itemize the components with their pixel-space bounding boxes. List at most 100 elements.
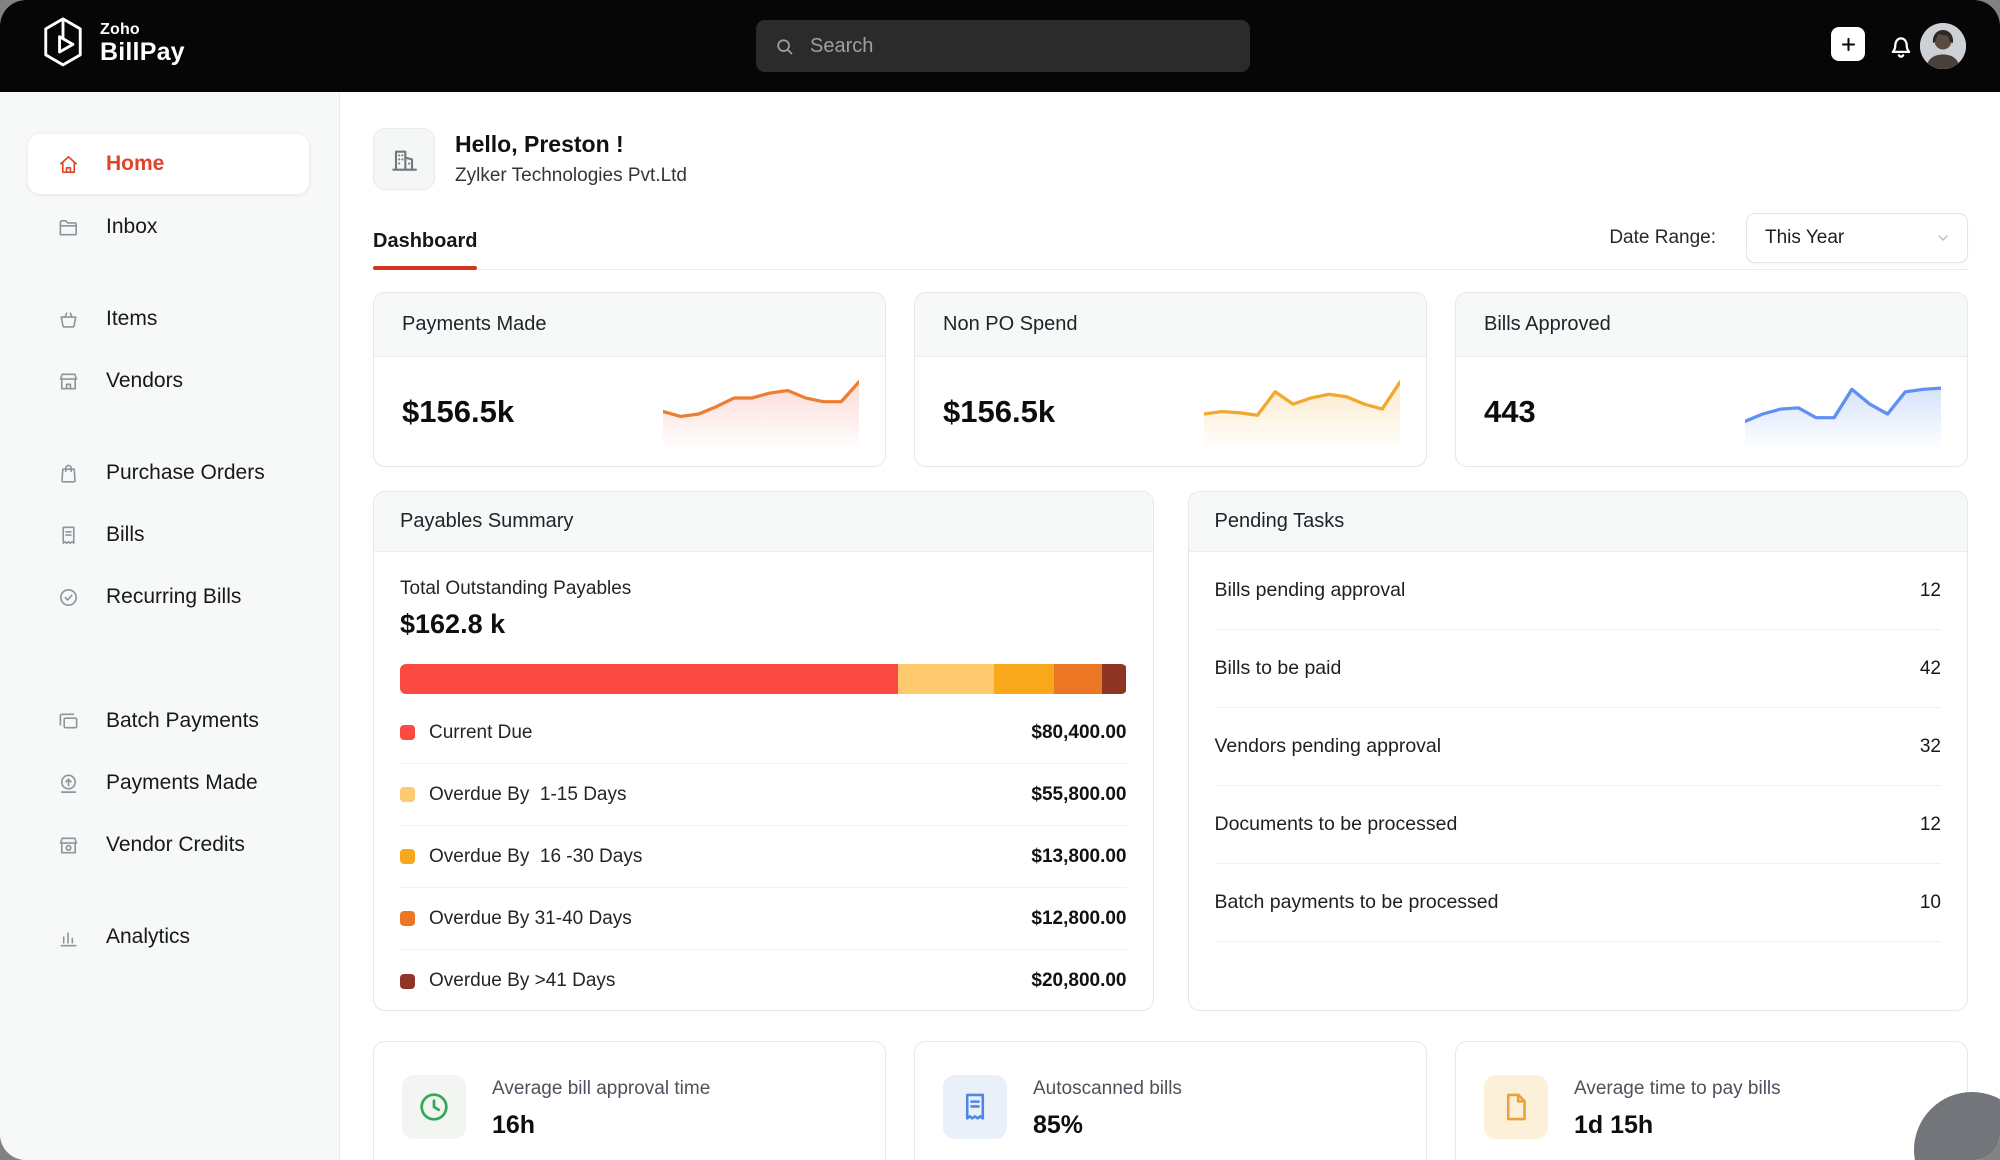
sidebar-item[interactable]: Vendor Credits (0, 814, 339, 876)
payables-legend: Current Due $80,400.00 Overdue By 1-15 D… (400, 702, 1127, 1011)
bar-segment (994, 664, 1054, 694)
brand-name-bottom: BillPay (100, 39, 185, 65)
legend-label: Current Due (429, 722, 533, 744)
task-label: Batch payments to be processed (1215, 891, 1499, 914)
legend-label: Overdue By 31-40 Days (429, 908, 632, 930)
sidebar-item[interactable]: Vendors (0, 350, 339, 412)
pending-task-row[interactable]: Bills pending approval 12 (1215, 552, 1942, 630)
legend-color-chip (400, 725, 415, 740)
legend-color-chip (400, 974, 415, 989)
user-avatar[interactable] (1920, 23, 1966, 69)
search-input[interactable] (808, 34, 1232, 59)
payables-summary-panel: Payables Summary Total Outstanding Payab… (373, 491, 1154, 1011)
main-content: Hello, Preston ! Zylker Technologies Pvt… (341, 92, 2000, 1160)
task-label: Vendors pending approval (1215, 735, 1442, 758)
task-label: Documents to be processed (1215, 813, 1458, 836)
pending-tasks-title: Pending Tasks (1189, 492, 1968, 552)
task-label: Bills pending approval (1215, 579, 1406, 602)
legend-label: Overdue By 1-15 Days (429, 784, 626, 806)
bar-segment (400, 664, 898, 694)
stat-card-title: Non PO Spend (915, 293, 1426, 357)
sidebar-item-label: Purchase Orders (106, 461, 265, 485)
sidebar-item[interactable]: Analytics (0, 906, 339, 968)
topbar: Zoho BillPay (0, 0, 2000, 92)
sparkline-chart (1204, 377, 1400, 451)
tab-dashboard[interactable]: Dashboard (373, 214, 477, 269)
bar-segment (898, 664, 994, 694)
notifications-button[interactable] (1886, 30, 1916, 60)
sidebar-item[interactable]: Purchase Orders (0, 442, 339, 504)
sparkline-chart (1745, 377, 1941, 451)
sidebar-item[interactable]: Home (28, 134, 309, 194)
stat-card-value: $156.5k (402, 394, 514, 430)
brand-name-top: Zoho (100, 22, 185, 39)
legend-color-chip (400, 787, 415, 802)
pending-task-row[interactable]: Documents to be processed 12 (1215, 786, 1942, 864)
task-count: 42 (1920, 658, 1941, 680)
sidebar-item[interactable]: Recurring Bills (0, 566, 339, 628)
sidebar-item-label: Items (106, 307, 157, 331)
sparkline-chart (663, 377, 859, 451)
date-range-select[interactable]: This Year (1746, 213, 1968, 263)
sidebar-item-label: Analytics (106, 925, 190, 949)
quick-create-button[interactable] (1831, 27, 1865, 61)
task-label: Bills to be paid (1215, 657, 1342, 680)
stat-card-value: $156.5k (943, 394, 1055, 430)
chevron-down-icon (1935, 230, 1951, 246)
sidebar-item[interactable]: Bills (0, 504, 339, 566)
date-range-value: This Year (1765, 227, 1844, 249)
brand-logo[interactable]: Zoho BillPay (40, 16, 185, 72)
legend-row: Overdue By >41 Days $20,800.00 (400, 950, 1127, 1011)
kpi-cards-row: Average bill approval time 16h Autoscann… (373, 1041, 1968, 1160)
kpi-value: 16h (492, 1111, 710, 1140)
sidebar-item-label: Vendor Credits (106, 833, 245, 857)
stat-card: Payments Made $156.5k (373, 292, 886, 467)
payables-summary-title: Payables Summary (374, 492, 1153, 552)
sidebar-item[interactable]: Payments Made (0, 752, 339, 814)
legend-row: Overdue By 1-15 Days $55,800.00 (400, 764, 1127, 826)
sidebar-item-label: Batch Payments (106, 709, 259, 733)
bar-segment (1102, 664, 1127, 694)
pending-task-row[interactable]: Bills to be paid 42 (1215, 630, 1942, 708)
stat-card: Bills Approved 443 (1455, 292, 1968, 467)
sidebar-item[interactable]: Batch Payments (0, 690, 339, 752)
sidebar-item-label: Home (106, 152, 164, 176)
stat-card-title: Bills Approved (1456, 293, 1967, 357)
pending-task-row[interactable]: Vendors pending approval 32 (1215, 708, 1942, 786)
sidebar-item-label: Inbox (106, 215, 157, 239)
stat-card-title: Payments Made (374, 293, 885, 357)
legend-amount: $20,800.00 (1031, 970, 1126, 992)
legend-label: Overdue By 16 -30 Days (429, 846, 642, 868)
panels-row: Payables Summary Total Outstanding Payab… (373, 491, 1968, 1011)
sidebar-item[interactable]: Items (0, 288, 339, 350)
legend-color-chip (400, 849, 415, 864)
legend-row: Overdue By 16 -30 Days $13,800.00 (400, 826, 1127, 888)
task-count: 32 (1920, 736, 1941, 758)
task-count: 10 (1920, 892, 1941, 914)
zoho-billpay-logo-icon (40, 16, 86, 72)
sidebar-nav: Home Inbox Items Vendors Purchase Orders… (0, 92, 340, 1160)
company-name: Zylker Technologies Pvt.Ltd (455, 165, 687, 187)
stat-card: Non PO Spend $156.5k (914, 292, 1427, 467)
bar-segment (1054, 664, 1102, 694)
payables-stacked-bar (400, 664, 1127, 694)
avatar-image (1920, 23, 1966, 69)
sidebar-item-label: Bills (106, 523, 145, 547)
app-window: Zoho BillPay (0, 0, 2000, 1160)
bell-icon (1886, 30, 1916, 60)
legend-color-chip (400, 911, 415, 926)
legend-row: Overdue By 31-40 Days $12,800.00 (400, 888, 1127, 950)
pending-task-row[interactable]: Batch payments to be processed 10 (1215, 864, 1942, 942)
greeting-title: Hello, Preston ! (455, 131, 687, 158)
pending-tasks-list: Bills pending approval 12 Bills to be pa… (1189, 552, 1968, 942)
tab-bar: Dashboard Date Range: This Year (373, 214, 1968, 270)
stat-card-value: 443 (1484, 394, 1536, 430)
legend-amount: $55,800.00 (1031, 784, 1126, 806)
plus-icon (1839, 35, 1858, 54)
total-outstanding-value: $162.8 k (400, 609, 1127, 640)
sidebar-item-label: Payments Made (106, 771, 258, 795)
kpi-card: Average bill approval time 16h (373, 1041, 886, 1160)
kpi-card: Average time to pay bills 1d 15h (1455, 1041, 1968, 1160)
task-count: 12 (1920, 814, 1941, 836)
sidebar-item[interactable]: Inbox (0, 196, 339, 258)
